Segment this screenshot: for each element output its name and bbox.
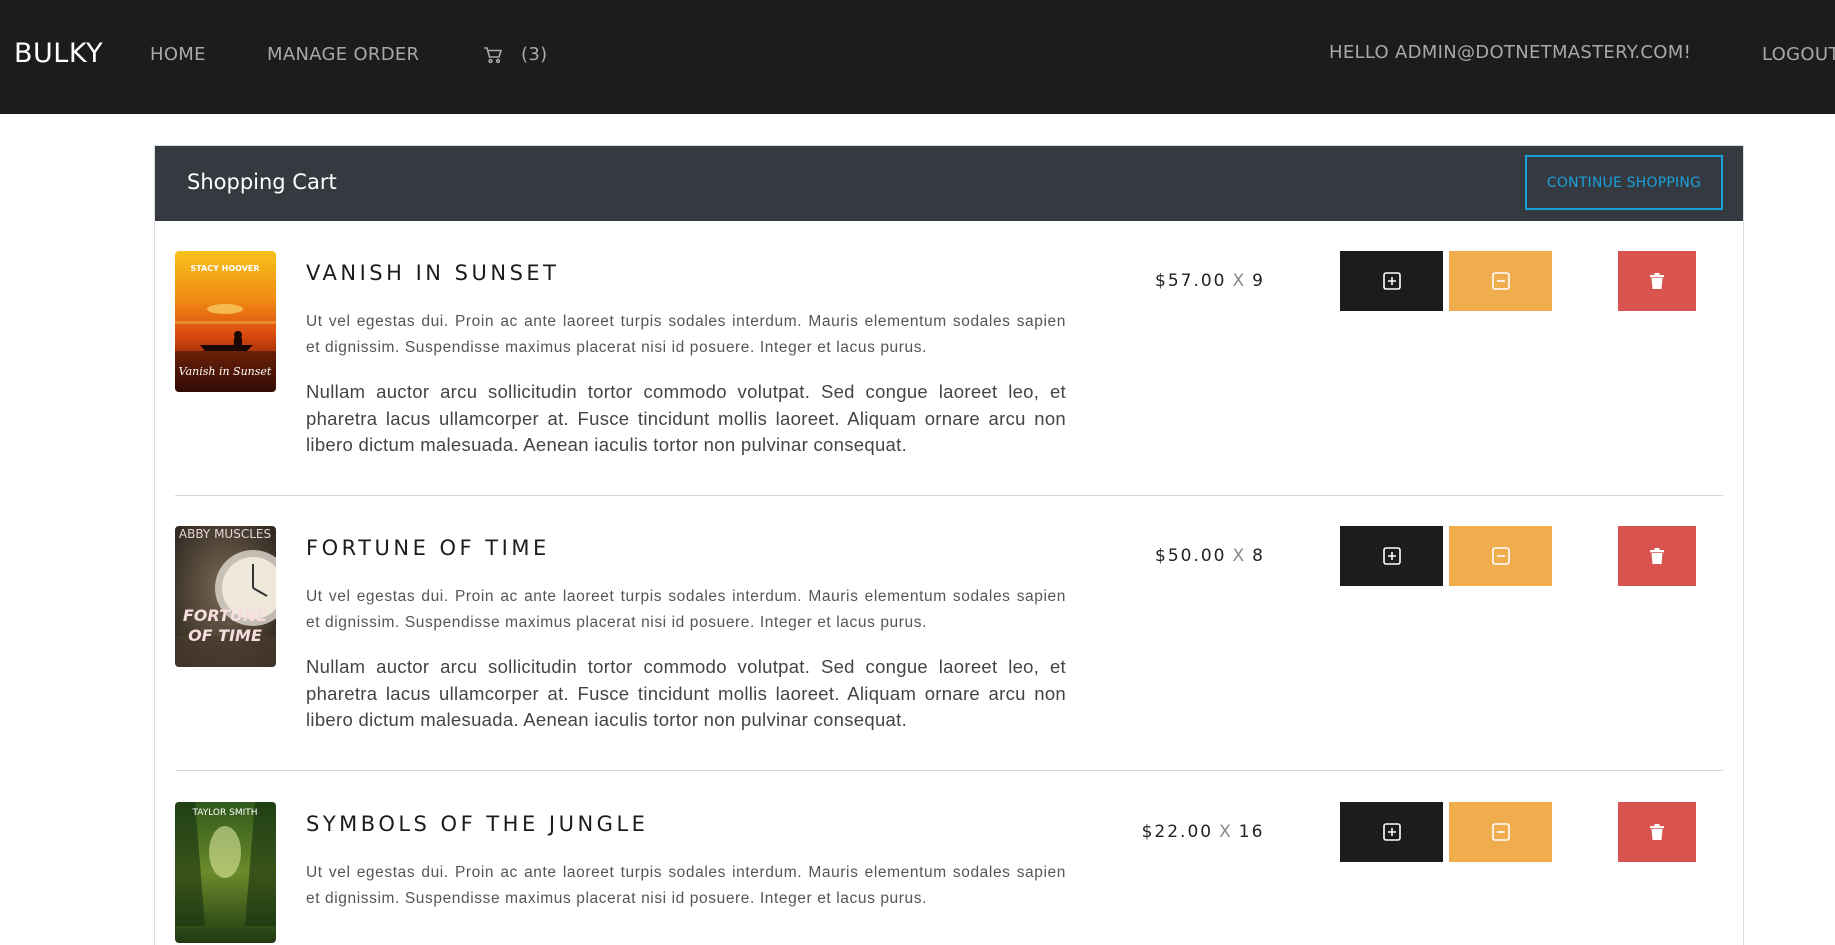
delete-item-button[interactable] — [1618, 802, 1696, 862]
product-description: Ut vel egestas dui. Proin ac ante laoree… — [306, 864, 1066, 907]
increase-quantity-button[interactable] — [1340, 526, 1443, 586]
unit-price: $22.00 — [1141, 822, 1214, 842]
product-description-long: Nullam auctor arcu sollicitudin tortor c… — [306, 656, 1066, 730]
cover-title: Vanish in Sunset — [179, 365, 272, 378]
cart-count: (3) — [521, 44, 548, 65]
trash-icon — [1650, 548, 1664, 564]
nav-manage-order-link[interactable]: MANAGE ORDER — [267, 44, 419, 65]
cover-author: ABBY MUSCLES — [179, 527, 271, 541]
delete-item-button[interactable] — [1618, 526, 1696, 586]
minus-square-icon — [1491, 547, 1510, 565]
unit-price: $57.00 — [1155, 271, 1227, 291]
minus-square-icon — [1491, 272, 1510, 290]
product-title[interactable]: FORTUNE OF TIME — [306, 536, 550, 560]
price-quantity: $22.00 X 16 — [1118, 822, 1288, 842]
trash-icon — [1650, 824, 1664, 840]
quantity: 8 — [1252, 546, 1265, 566]
cover-author: TAYLOR SMITH — [191, 808, 257, 818]
increase-quantity-button[interactable] — [1340, 802, 1443, 862]
product-description-long: Nullam auctor arcu sollicitudin tortor c… — [306, 381, 1066, 455]
continue-shopping-button[interactable]: CONTINUE SHOPPING — [1525, 155, 1723, 210]
plus-square-icon — [1382, 272, 1401, 290]
product-description: Ut vel egestas dui. Proin ac ante laoree… — [306, 588, 1066, 631]
product-description: Ut vel egestas dui. Proin ac ante laoree… — [306, 313, 1066, 356]
user-greeting[interactable]: HELLO ADMIN@DOTNETMASTERY.COM! — [1329, 42, 1691, 63]
book-cover-image: TAYLOR SMITH — [175, 802, 276, 943]
delete-item-button[interactable] — [1618, 251, 1696, 311]
card-title: Shopping Cart — [187, 170, 337, 194]
quantity: 9 — [1252, 271, 1265, 291]
cart-icon — [484, 46, 503, 63]
item-divider — [175, 770, 1723, 771]
cover-title-line2: OF TIME — [188, 626, 262, 645]
decrease-quantity-button[interactable] — [1449, 802, 1552, 862]
book-cover-image: STACY HOOVER Vanish in Sunset — [175, 251, 276, 392]
cover-title-line1: FORTUNE — [183, 606, 267, 625]
increase-quantity-button[interactable] — [1340, 251, 1443, 311]
decrease-quantity-button[interactable] — [1449, 251, 1552, 311]
plus-square-icon — [1382, 547, 1401, 565]
card-header: Shopping Cart CONTINUE SHOPPING — [155, 146, 1743, 221]
nav-cart-link[interactable]: (3) — [483, 44, 547, 65]
quantity: 16 — [1238, 822, 1265, 842]
unit-price: $50.00 — [1155, 546, 1227, 566]
price-quantity: $57.00 X 9 — [1125, 271, 1295, 291]
cover-author: STACY HOOVER — [190, 264, 259, 273]
plus-square-icon — [1382, 823, 1401, 841]
navbar: BULKY HOME MANAGE ORDER (3) HELLO ADMIN@… — [0, 0, 1835, 114]
trash-icon — [1650, 273, 1664, 289]
times-sign: X — [1219, 822, 1233, 842]
price-quantity: $50.00 X 8 — [1125, 546, 1295, 566]
times-sign: X — [1232, 271, 1247, 291]
decrease-quantity-button[interactable] — [1449, 526, 1552, 586]
book-cover-image: ABBY MUSCLES FORTUNE OF TIME — [175, 526, 276, 667]
times-sign: X — [1232, 546, 1247, 566]
minus-square-icon — [1491, 823, 1510, 841]
nav-home-link[interactable]: HOME — [150, 44, 206, 65]
product-title[interactable]: SYMBOLS OF THE JUNGLE — [306, 812, 648, 836]
logout-link[interactable]: LOGOUT — [1762, 44, 1835, 65]
product-title[interactable]: VANISH IN SUNSET — [306, 261, 560, 285]
brand-logo[interactable]: BULKY — [14, 38, 103, 69]
item-divider — [175, 495, 1723, 496]
